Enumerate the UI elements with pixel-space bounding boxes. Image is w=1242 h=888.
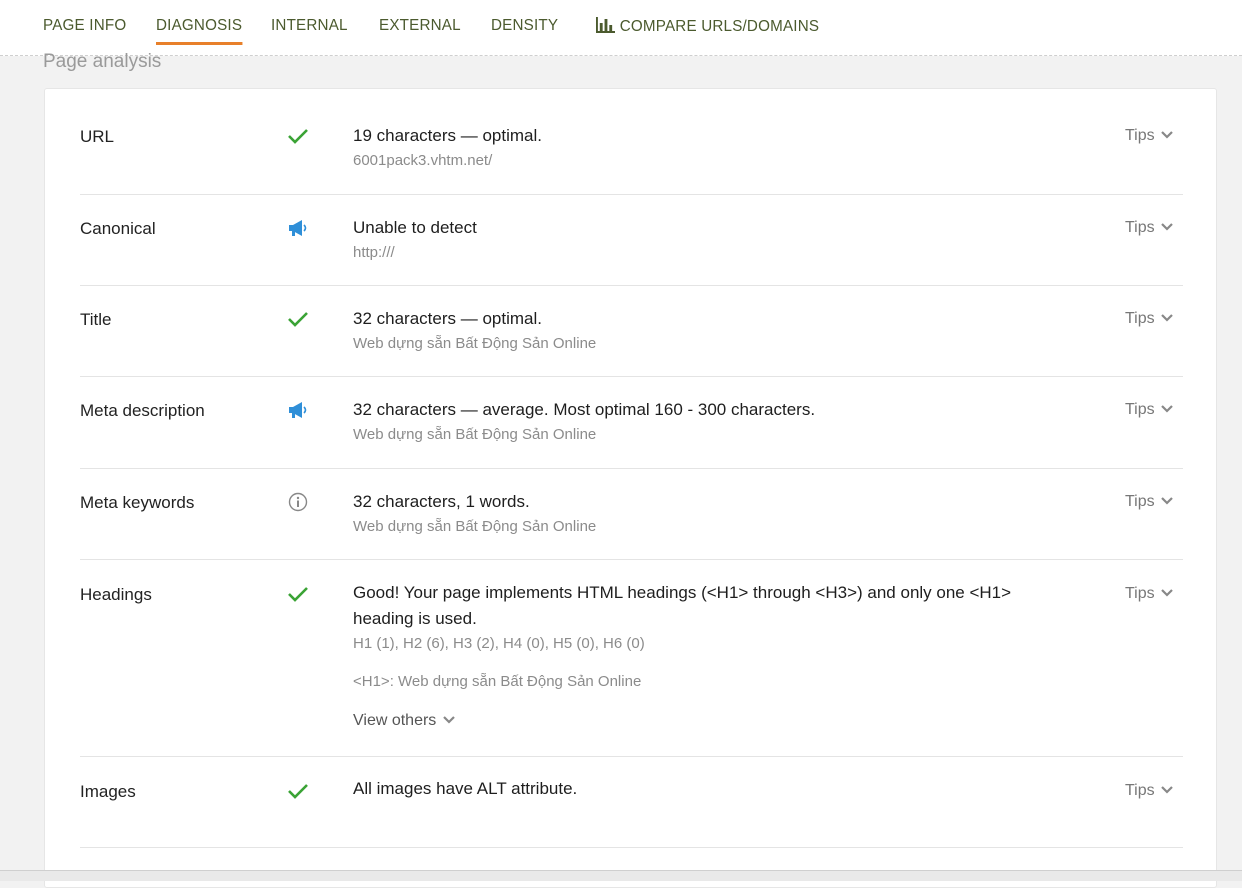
row-sub-text: 6001pack3.vhtm.net/ [353, 152, 493, 169]
row-sub-text: Web dựng sẵn Bất Động Sản Online [353, 335, 597, 352]
check-icon [287, 125, 309, 147]
row-main-text: 19 characters — optimal. [353, 126, 542, 145]
horizontal-scrollbar[interactable] [0, 870, 1242, 881]
row-label: URL [80, 127, 115, 146]
heading-counts: H1 (1), H2 (6), H3 (2), H4 (0), H5 (0), … [353, 635, 645, 652]
chevron-down-icon [1160, 585, 1174, 603]
analysis-row-meta-description: Meta description 32 characters — average… [80, 377, 1183, 469]
row-content: Unable to detect http:/// [353, 215, 1053, 263]
check-icon [287, 583, 309, 605]
row-sub-text: Web dựng sẵn Bất Động Sản Online [353, 426, 597, 443]
row-label: Title [80, 310, 112, 329]
chevron-down-icon [1160, 310, 1174, 328]
row-label: Meta description [80, 401, 205, 420]
tips-label: Tips [1125, 401, 1155, 418]
row-content: All images have ALT attribute. [353, 776, 1053, 802]
tips-toggle[interactable]: Tips [1125, 310, 1174, 328]
analysis-row-canonical: Canonical Unable to detect http:/// Tips [80, 195, 1183, 286]
row-label: Meta keywords [80, 493, 195, 512]
chevron-down-icon [1160, 782, 1174, 800]
row-main-text: 32 characters — average. Most optimal 16… [353, 400, 816, 419]
tab-diagnosis[interactable]: DIAGNOSIS [156, 17, 242, 45]
chevron-down-icon [1160, 493, 1174, 511]
row-sub-text: Web dựng sẵn Bất Động Sản Online [353, 518, 597, 535]
tab-compare-urls-domains[interactable]: COMPARE URLS/DOMAINS [596, 17, 819, 38]
tips-toggle[interactable]: Tips [1125, 585, 1174, 603]
info-icon [287, 491, 309, 513]
analysis-row-headings: Headings Good! Your page implements HTML… [80, 560, 1183, 757]
tips-toggle[interactable]: Tips [1125, 782, 1174, 800]
row-label: Headings [80, 585, 152, 604]
tips-toggle[interactable]: Tips [1125, 219, 1174, 237]
row-main-text: 32 characters, 1 words. [353, 492, 530, 511]
row-content: 19 characters — optimal. 6001pack3.vhtm.… [353, 123, 1053, 171]
section-title: Page analysis [43, 51, 162, 72]
tab-density[interactable]: DENSITY [491, 17, 558, 35]
row-main-text: All images have ALT attribute. [353, 779, 578, 798]
check-icon [287, 308, 309, 330]
tab-compare-label: COMPARE URLS/DOMAINS [619, 18, 820, 35]
tips-label: Tips [1125, 127, 1155, 144]
row-main-text: Good! Your page implements HTML headings… [353, 583, 1012, 628]
tab-internal[interactable]: INTERNAL [271, 17, 348, 35]
view-others-button[interactable]: View others [353, 712, 456, 730]
view-others-label: View others [353, 712, 437, 729]
chevron-down-icon [1160, 219, 1174, 237]
h1-text: <H1>: Web dựng sẵn Bất Động Sản Online [353, 673, 642, 690]
megaphone-icon [287, 399, 309, 421]
analysis-row-meta-keywords: Meta keywords 32 characters, 1 words. We… [80, 469, 1183, 560]
chevron-down-icon [1160, 127, 1174, 145]
row-content: 32 characters, 1 words. Web dựng sẵn Bất… [353, 489, 1053, 537]
analysis-row-url: URL 19 characters — optimal. 6001pack3.v… [80, 89, 1183, 195]
bar-chart-icon [596, 17, 615, 38]
chevron-down-icon [442, 712, 456, 730]
tips-label: Tips [1125, 493, 1155, 510]
row-content: 32 characters — optimal. Web dựng sẵn Bấ… [353, 306, 1053, 354]
row-main-text: Unable to detect [353, 218, 477, 237]
row-sub-text: http:/// [353, 244, 395, 261]
tips-toggle[interactable]: Tips [1125, 127, 1174, 145]
row-content: 32 characters — average. Most optimal 16… [353, 397, 1053, 445]
row-main-text: 32 characters — optimal. [353, 309, 542, 328]
tips-label: Tips [1125, 310, 1155, 327]
top-navigation: PAGE INFO DIAGNOSIS INTERNAL EXTERNAL DE… [0, 0, 1242, 56]
page-analysis-card: URL 19 characters — optimal. 6001pack3.v… [44, 88, 1217, 888]
analysis-row-title: Title 32 characters — optimal. Web dựng … [80, 286, 1183, 377]
tips-label: Tips [1125, 585, 1155, 602]
tab-external[interactable]: EXTERNAL [379, 17, 461, 35]
tab-page-info[interactable]: PAGE INFO [43, 17, 126, 35]
analysis-row-images: Images All images have ALT attribute. Ti… [80, 757, 1183, 848]
tips-label: Tips [1125, 219, 1155, 236]
tips-label: Tips [1125, 782, 1155, 799]
row-content: Good! Your page implements HTML headings… [353, 580, 1033, 730]
tips-toggle[interactable]: Tips [1125, 493, 1174, 511]
megaphone-icon [287, 217, 309, 239]
row-label: Images [80, 782, 136, 801]
row-label: Canonical [80, 219, 156, 238]
chevron-down-icon [1160, 401, 1174, 419]
check-icon [287, 780, 309, 802]
tips-toggle[interactable]: Tips [1125, 401, 1174, 419]
